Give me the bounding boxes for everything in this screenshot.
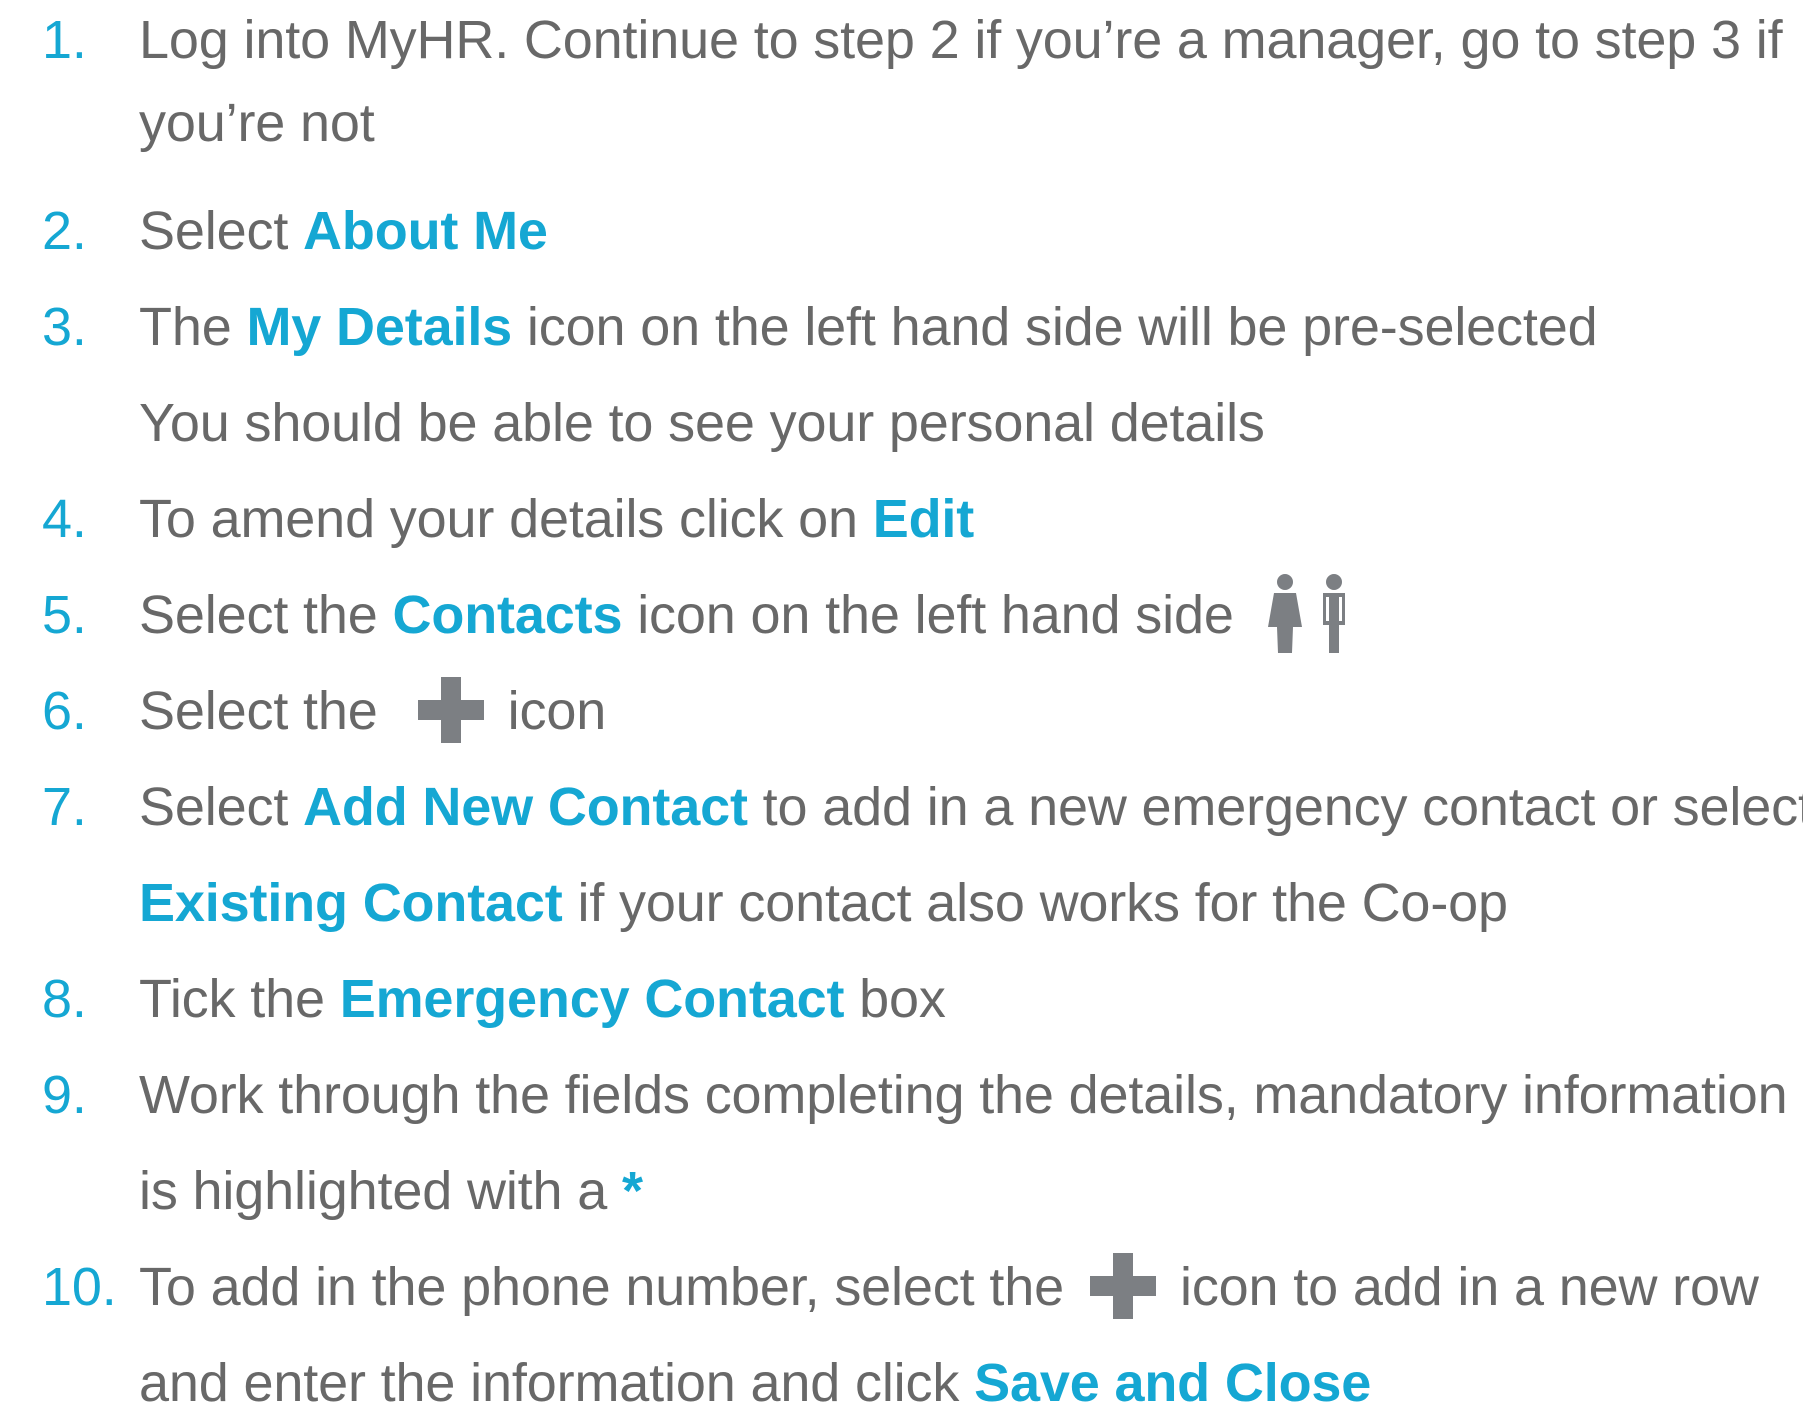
step-text: The My Details icon on the left hand sid… — [139, 279, 1598, 375]
highlight-asterisk: * — [622, 1161, 643, 1221]
step-text-plain: Select — [139, 201, 304, 261]
step-text-plain: and enter the information and click — [139, 1353, 975, 1408]
highlight-add-new-contact: Add New Contact — [303, 777, 748, 837]
step-text: Select Add New Contact to add in a new e… — [139, 759, 1803, 855]
step-number: 5. — [42, 585, 87, 645]
step-text: Select the Contacts icon on the left han… — [139, 567, 1354, 665]
step-text-plain: Select the — [139, 681, 378, 741]
highlight-about-me: About Me — [303, 201, 548, 261]
step-text: To amend your details click on Edit — [139, 471, 974, 567]
step-number: 9. — [42, 1065, 87, 1125]
step-number: 8. — [42, 969, 87, 1029]
step-number: 3. — [42, 297, 87, 357]
step-text: Existing Contact if your contact also wo… — [139, 855, 1508, 951]
step-text-plain: icon — [507, 681, 607, 741]
step-text: you’re not — [139, 93, 375, 153]
step-number: 10. — [42, 1257, 117, 1317]
step-number: 1. — [42, 10, 87, 70]
highlight-emergency-contact: Emergency Contact — [339, 969, 845, 1029]
step-text-plain: is highlighted with a — [139, 1161, 622, 1221]
step-text-plain: The — [139, 297, 247, 357]
step-text-plain: to add in a new emergency contact or sel… — [747, 777, 1803, 837]
step-text-plain: box — [844, 969, 946, 1029]
step-text: To add in the phone number, select the ic… — [139, 1239, 1759, 1335]
plus-icon — [417, 676, 484, 743]
step-text: Select About Me — [139, 183, 548, 279]
step-number: 7. — [42, 777, 87, 837]
step-number: 6. — [42, 681, 87, 741]
instructions-document: 1. Log into MyHR. Continue to step 2 if … — [0, 0, 1803, 1408]
step-text-plain: icon on the left hand side — [622, 585, 1234, 645]
step-text: Select the icon — [139, 663, 606, 759]
step-text-plain: Select — [139, 777, 304, 837]
step-text-plain: To amend your details click on — [139, 489, 873, 549]
step-number: 2. — [42, 201, 87, 261]
step-text-plain: Tick the — [139, 969, 340, 1029]
highlight-edit: Edit — [872, 489, 975, 549]
step-text-plain: Select the — [139, 585, 393, 645]
step-text: Tick the Emergency Contact box — [139, 951, 946, 1047]
step-text-plain: icon on the left hand side will be pre-s… — [512, 297, 1598, 357]
contacts-icon — [1267, 573, 1345, 653]
highlight-my-details: My Details — [246, 297, 513, 357]
step-text: You should be able to see your personal … — [139, 393, 1265, 453]
step-text-plain: icon to add in a new row — [1179, 1257, 1759, 1317]
highlight-save-and-close: Save and Close — [974, 1353, 1372, 1408]
highlight-existing-contact: Existing Contact — [139, 873, 563, 933]
step-text: and enter the information and click Save… — [139, 1335, 1371, 1408]
highlight-contacts: Contacts — [392, 585, 623, 645]
step-text-plain: if your contact also works for the Co-op — [562, 873, 1509, 933]
step-text: Log into MyHR. Continue to step 2 if you… — [139, 10, 1783, 70]
step-text: is highlighted with a * — [139, 1143, 643, 1239]
step-text-plain: To add in the phone number, select the — [139, 1257, 1064, 1317]
step-number: 4. — [42, 489, 87, 549]
step-text: Work through the fields completing the d… — [139, 1065, 1788, 1125]
plus-icon — [1089, 1252, 1156, 1319]
